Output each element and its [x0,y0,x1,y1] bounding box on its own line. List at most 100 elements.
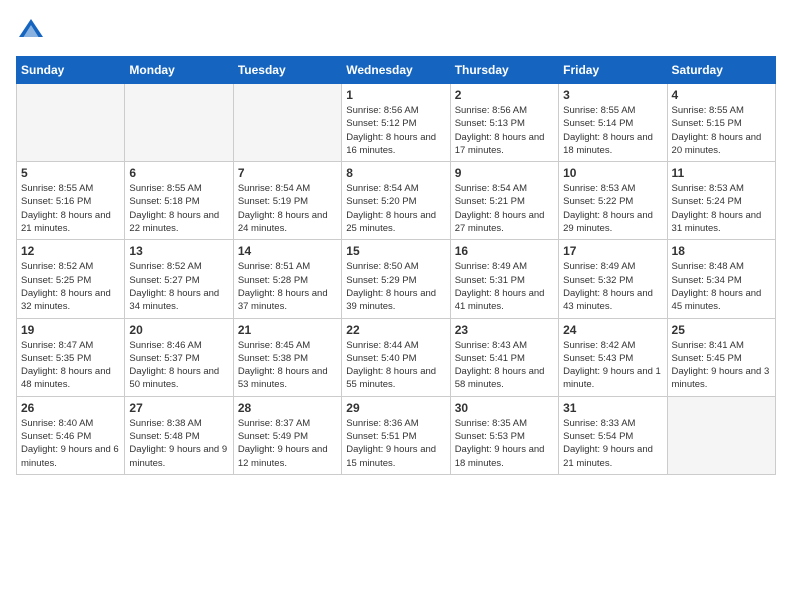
day-info: Sunrise: 8:55 AMSunset: 5:16 PMDaylight:… [21,182,120,235]
calendar-row-1: 1 Sunrise: 8:56 AMSunset: 5:12 PMDaylight… [17,84,776,162]
day-info: Sunrise: 8:53 AMSunset: 5:22 PMDaylight:… [563,182,662,235]
calendar-cell: 30Sunrise: 8:35 AMSunset: 5:53 PMDayligh… [450,396,558,474]
calendar-cell: 23 Sunrise: 8:43 AMSunset: 5:41 PMDayligh… [450,318,558,396]
day-info: Sunrise: 8:55 AMSunset: 5:15 PMDaylight:… [672,104,771,157]
day-number: 19 [21,323,120,337]
day-number: 12 [21,244,120,258]
day-number: 24 [563,323,662,337]
calendar-cell: 1 Sunrise: 8:56 AMSunset: 5:12 PMDaylight… [342,84,450,162]
day-number: 20 [129,323,228,337]
day-number: 10 [563,166,662,180]
day-number: 1 [346,88,445,102]
weekday-header-thursday: Thursday [450,57,558,84]
calendar-cell: 11 Sunrise: 8:53 AMSunset: 5:24 PMDayligh… [667,162,775,240]
day-info: Sunrise: 8:33 AMSunset: 5:54 PMDaylight:… [563,417,662,470]
day-number: 18 [672,244,771,258]
day-info: Sunrise: 8:51 AMSunset: 5:28 PMDaylight:… [238,260,337,313]
day-number: 13 [129,244,228,258]
logo-icon [16,16,46,46]
day-info: Sunrise: 8:37 AMSunset: 5:49 PMDaylight:… [238,417,337,470]
day-info: Sunrise: 8:54 AMSunset: 5:19 PMDaylight:… [238,182,337,235]
weekday-header-row: SundayMondayTuesdayWednesdayThursdayFrid… [17,57,776,84]
day-info: Sunrise: 8:56 AMSunset: 5:13 PMDaylight:… [455,104,554,157]
calendar-row-3: 12 Sunrise: 8:52 AMSunset: 5:25 PMDayligh… [17,240,776,318]
day-info: Sunrise: 8:54 AMSunset: 5:21 PMDaylight:… [455,182,554,235]
calendar-cell: 2 Sunrise: 8:56 AMSunset: 5:13 PMDaylight… [450,84,558,162]
calendar-cell [125,84,233,162]
day-number: 17 [563,244,662,258]
calendar-cell: 31 Sunrise: 8:33 AMSunset: 5:54 PMDayligh… [559,396,667,474]
day-number: 6 [129,166,228,180]
calendar-cell [17,84,125,162]
day-info: Sunrise: 8:49 AMSunset: 5:32 PMDaylight:… [563,260,662,313]
calendar-cell: 10 Sunrise: 8:53 AMSunset: 5:22 PMDayligh… [559,162,667,240]
day-number: 2 [455,88,554,102]
day-info: Sunrise: 8:52 AMSunset: 5:27 PMDaylight:… [129,260,228,313]
weekday-header-wednesday: Wednesday [342,57,450,84]
day-info: Sunrise: 8:48 AMSunset: 5:34 PMDaylight:… [672,260,771,313]
calendar-cell: 7Sunrise: 8:54 AMSunset: 5:19 PMDaylight… [233,162,341,240]
calendar-cell [667,396,775,474]
day-number: 14 [238,244,337,258]
calendar-cell [233,84,341,162]
day-info: Sunrise: 8:47 AMSunset: 5:35 PMDaylight:… [21,339,120,392]
calendar-cell: 25Sunrise: 8:41 AMSunset: 5:45 PMDayligh… [667,318,775,396]
weekday-header-friday: Friday [559,57,667,84]
day-info: Sunrise: 8:40 AMSunset: 5:46 PMDaylight:… [21,417,120,470]
calendar-cell: 29Sunrise: 8:36 AMSunset: 5:51 PMDayligh… [342,396,450,474]
day-number: 27 [129,401,228,415]
day-info: Sunrise: 8:56 AMSunset: 5:12 PMDaylight:… [346,104,445,157]
logo [16,16,50,46]
day-number: 30 [455,401,554,415]
calendar-cell: 3 Sunrise: 8:55 AMSunset: 5:14 PMDaylight… [559,84,667,162]
day-info: Sunrise: 8:42 AMSunset: 5:43 PMDaylight:… [563,339,662,392]
day-number: 9 [455,166,554,180]
day-info: Sunrise: 8:41 AMSunset: 5:45 PMDaylight:… [672,339,771,392]
day-info: Sunrise: 8:44 AMSunset: 5:40 PMDaylight:… [346,339,445,392]
calendar-cell: 13 Sunrise: 8:52 AMSunset: 5:27 PMDayligh… [125,240,233,318]
calendar-cell: 12 Sunrise: 8:52 AMSunset: 5:25 PMDayligh… [17,240,125,318]
day-number: 29 [346,401,445,415]
day-number: 28 [238,401,337,415]
day-info: Sunrise: 8:46 AMSunset: 5:37 PMDaylight:… [129,339,228,392]
day-number: 5 [21,166,120,180]
day-number: 11 [672,166,771,180]
day-number: 31 [563,401,662,415]
calendar-cell: 27 Sunrise: 8:38 AMSunset: 5:48 PMDayligh… [125,396,233,474]
calendar-cell: 6 Sunrise: 8:55 AMSunset: 5:18 PMDaylight… [125,162,233,240]
day-info: Sunrise: 8:43 AMSunset: 5:41 PMDaylight:… [455,339,554,392]
day-info: Sunrise: 8:53 AMSunset: 5:24 PMDaylight:… [672,182,771,235]
calendar-cell: 21Sunrise: 8:45 AMSunset: 5:38 PMDayligh… [233,318,341,396]
calendar-row-4: 19 Sunrise: 8:47 AMSunset: 5:35 PMDayligh… [17,318,776,396]
day-info: Sunrise: 8:52 AMSunset: 5:25 PMDaylight:… [21,260,120,313]
calendar-row-2: 5 Sunrise: 8:55 AMSunset: 5:16 PMDaylight… [17,162,776,240]
day-info: Sunrise: 8:45 AMSunset: 5:38 PMDaylight:… [238,339,337,392]
weekday-header-saturday: Saturday [667,57,775,84]
calendar-cell: 9 Sunrise: 8:54 AMSunset: 5:21 PMDaylight… [450,162,558,240]
calendar-row-5: 26Sunrise: 8:40 AMSunset: 5:46 PMDayligh… [17,396,776,474]
calendar-cell: 14 Sunrise: 8:51 AMSunset: 5:28 PMDayligh… [233,240,341,318]
weekday-header-sunday: Sunday [17,57,125,84]
day-number: 15 [346,244,445,258]
calendar-table: SundayMondayTuesdayWednesdayThursdayFrid… [16,56,776,475]
weekday-header-monday: Monday [125,57,233,84]
day-number: 23 [455,323,554,337]
day-info: Sunrise: 8:54 AMSunset: 5:20 PMDaylight:… [346,182,445,235]
day-info: Sunrise: 8:50 AMSunset: 5:29 PMDaylight:… [346,260,445,313]
calendar-cell: 22 Sunrise: 8:44 AMSunset: 5:40 PMDayligh… [342,318,450,396]
day-info: Sunrise: 8:55 AMSunset: 5:18 PMDaylight:… [129,182,228,235]
calendar-cell: 28 Sunrise: 8:37 AMSunset: 5:49 PMDayligh… [233,396,341,474]
calendar-cell: 17 Sunrise: 8:49 AMSunset: 5:32 PMDayligh… [559,240,667,318]
calendar-cell: 16 Sunrise: 8:49 AMSunset: 5:31 PMDayligh… [450,240,558,318]
day-number: 3 [563,88,662,102]
day-info: Sunrise: 8:55 AMSunset: 5:14 PMDaylight:… [563,104,662,157]
day-number: 16 [455,244,554,258]
day-number: 22 [346,323,445,337]
calendar-cell: 26Sunrise: 8:40 AMSunset: 5:46 PMDayligh… [17,396,125,474]
calendar-cell: 15 Sunrise: 8:50 AMSunset: 5:29 PMDayligh… [342,240,450,318]
page-header [16,16,776,46]
calendar-cell: 18 Sunrise: 8:48 AMSunset: 5:34 PMDayligh… [667,240,775,318]
day-info: Sunrise: 8:49 AMSunset: 5:31 PMDaylight:… [455,260,554,313]
day-info: Sunrise: 8:38 AMSunset: 5:48 PMDaylight:… [129,417,228,470]
calendar-cell: 4Sunrise: 8:55 AMSunset: 5:15 PMDaylight… [667,84,775,162]
